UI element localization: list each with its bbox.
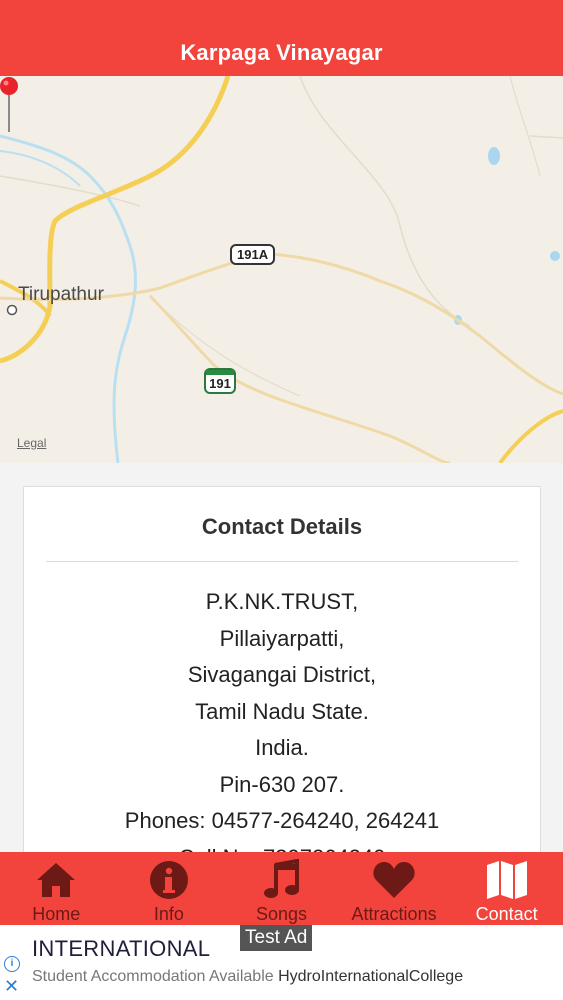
ad-subtitle[interactable]: Student Accommodation Available HydroInt… [32, 968, 463, 986]
tab-label: Attractions [351, 904, 437, 924]
route-shield-191: 191 [204, 368, 236, 394]
info-icon [149, 861, 188, 899]
music-icon [264, 859, 300, 898]
tab-home[interactable]: Home [0, 852, 113, 925]
tab-contact[interactable]: Contact [450, 852, 563, 925]
route-shield-191a: 191A [230, 244, 276, 265]
map-view[interactable]: Tirupathur 191A 191 Legal [0, 76, 563, 463]
contact-address: P.K.NK.TRUST, Pillaiyarpatti, Sivagangai… [24, 584, 540, 857]
ad-subtitle-text: Student Accommodation Available [32, 968, 274, 985]
tab-label: Home [32, 904, 81, 924]
contact-title: Contact Details [201, 514, 363, 539]
tab-label: Info [153, 904, 184, 924]
test-ad-badge: Test Ad [240, 925, 313, 951]
map-icon [486, 861, 527, 899]
contact-card: Contact Details P.K.NK.TRUST, Pillaiyarp… [23, 486, 541, 858]
address-line: Sivagangai District, [187, 662, 377, 687]
app-header: Karpaga Vinayagar [0, 0, 563, 76]
city-label: Tirupathur [18, 284, 104, 305]
tab-info[interactable]: Info [113, 852, 226, 925]
legal-link[interactable]: Legal [17, 436, 46, 450]
address-line: Pillaiyarpatti, [219, 625, 345, 651]
address-line: P.K.NK.TRUST, [205, 589, 359, 614]
ad-host: HydroInternationalCollege [278, 968, 464, 985]
address-line: Tamil Nadu State. [195, 698, 369, 724]
tab-label: Contact [475, 904, 538, 924]
ad-info-icon[interactable]: i [4, 956, 20, 972]
route-number: 191 [209, 376, 231, 391]
tab-songs[interactable]: Songs [225, 852, 338, 925]
tab-bar: Home Info Songs Attractions Contact [0, 852, 563, 925]
tab-label: Songs [255, 904, 307, 924]
address-line: Pin-630 207. [219, 771, 345, 797]
ad-banner[interactable]: Test Ad i ✕ INTERNATIONAL Student Accomm… [0, 925, 563, 1000]
address-line: India. [255, 735, 309, 760]
tab-attractions[interactable]: Attractions [338, 852, 451, 925]
divider [46, 561, 518, 562]
page-title: Karpaga Vinayagar [180, 40, 383, 65]
home-icon [37, 863, 76, 897]
ad-close-icon[interactable]: ✕ [4, 976, 19, 997]
heart-icon [373, 862, 415, 898]
ad-title[interactable]: INTERNATIONAL [32, 936, 210, 962]
shield-cap [206, 370, 234, 375]
map-roads [0, 76, 563, 463]
location-pin-icon[interactable] [0, 76, 20, 132]
phone-line[interactable]: Phones: 04577-264240, 264241 [24, 803, 540, 840]
